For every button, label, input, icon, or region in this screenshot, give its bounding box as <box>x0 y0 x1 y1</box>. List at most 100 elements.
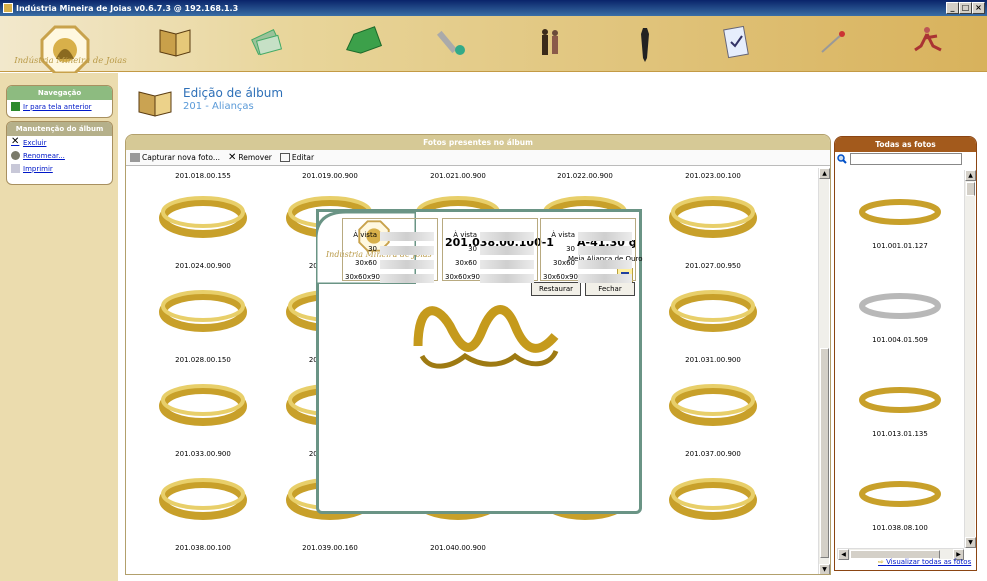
scroll-left-button[interactable]: ◀ <box>838 549 849 560</box>
all-photos-item[interactable]: 101.038.08.100 <box>837 462 963 542</box>
price-label: 30x60 <box>455 259 477 267</box>
window-title: Indústria Mineira de Joias v0.6.7.3 @ 19… <box>16 3 239 13</box>
price-value-blurred <box>480 274 534 283</box>
all-photos-item[interactable]: 101.004.01.509 <box>837 274 963 354</box>
price-value-blurred <box>578 232 632 241</box>
capture-label: Capturar nova foto... <box>142 153 220 162</box>
all-photos-panel: Todas as fotos 101.001.01.127 101.004.01.… <box>834 136 977 571</box>
all-photos-scroll-down[interactable]: ▼ <box>965 537 976 548</box>
ring-thumbnail-icon <box>159 478 247 520</box>
photo-code: 201.019.00.900 <box>302 172 358 180</box>
company-logo-icon <box>40 25 90 75</box>
delete-x-icon: ✕ <box>11 136 20 147</box>
price-value-blurred <box>578 260 632 269</box>
price-value-blurred <box>380 274 434 283</box>
photo-cell[interactable]: 201.019.00.900 <box>275 168 385 180</box>
photo-cell[interactable]: 201.028.00.150 <box>148 274 258 364</box>
photo-cell[interactable]: 201.021.00.900 <box>403 168 513 180</box>
photo-code: 201.027.00.950 <box>685 262 741 270</box>
price-label: À vista <box>453 231 477 239</box>
ring-thumbnail-icon <box>859 199 941 225</box>
people-icon[interactable] <box>525 20 575 66</box>
photo-cell[interactable]: 201.037.00.900 <box>658 368 768 458</box>
remove-x-icon: ✕ <box>227 152 237 163</box>
edit-label: Editar <box>291 153 315 162</box>
photo-cell[interactable]: 201.031.00.900 <box>658 274 768 364</box>
book-icon[interactable] <box>150 20 200 66</box>
photo-cell[interactable] <box>658 462 768 552</box>
view-all-photos-label: Visualizar todas as fotos <box>886 558 972 566</box>
window-titlebar: Indústria Mineira de Joias v0.6.7.3 @ 19… <box>0 0 987 16</box>
photo-cell[interactable]: 201.038.00.100 <box>148 462 258 552</box>
ring-inspect-icon[interactable] <box>430 20 480 66</box>
rename-label: Renomear... <box>23 151 65 160</box>
clipboard-icon[interactable] <box>712 20 762 66</box>
all-photos-item[interactable]: 101.013.01.135 <box>837 368 963 448</box>
edit-photo-button[interactable]: Editar <box>279 153 315 162</box>
ring-thumbnail-icon <box>859 481 941 507</box>
running-man-icon[interactable] <box>903 20 953 66</box>
close-button[interactable]: × <box>972 2 985 14</box>
ring-thumbnail-icon <box>159 384 247 426</box>
photo-code: 201.024.00.900 <box>175 262 231 270</box>
photo-cell[interactable]: 201.033.00.900 <box>148 368 258 458</box>
minimize-button[interactable]: _ <box>946 2 959 14</box>
photo-cell[interactable]: 201.018.00.155 <box>148 168 258 180</box>
price-tag-icon[interactable] <box>335 20 385 66</box>
price-value-blurred <box>380 260 434 269</box>
photos-toolbar: Capturar nova foto... ✕ Remover Editar <box>126 150 830 166</box>
price-label: 30x60x90 <box>445 273 481 281</box>
price-value-blurred <box>380 246 434 255</box>
all-photos-vscroll[interactable]: ▲ ▼ <box>964 170 976 548</box>
photo-code: 201.033.00.900 <box>175 450 231 458</box>
price-label: 30x60 <box>355 259 377 267</box>
photo-code: 201.021.00.900 <box>430 172 486 180</box>
tie-icon[interactable] <box>620 20 670 66</box>
remove-photo-button[interactable]: ✕ Remover <box>228 152 272 163</box>
search-icon <box>837 154 847 164</box>
price-label: À vista <box>353 231 377 239</box>
photo-search-input[interactable] <box>850 153 962 165</box>
rename-album-link[interactable]: Renomear... <box>7 149 112 162</box>
restore-button[interactable]: Restaurar <box>531 282 581 296</box>
delete-album-link[interactable]: ✕ Excluir <box>7 136 112 149</box>
ring-thumbnail-icon <box>669 196 757 238</box>
all-photos-code: 101.013.01.135 <box>872 430 928 438</box>
scroll-thumb[interactable] <box>820 348 829 558</box>
scroll-up-button[interactable]: ▲ <box>819 168 830 179</box>
maximize-button[interactable]: □ <box>959 2 972 14</box>
scroll-down-button[interactable]: ▼ <box>819 564 830 574</box>
all-photos-scroll-up[interactable]: ▲ <box>965 170 976 181</box>
banknotes-icon[interactable] <box>240 20 290 66</box>
photo-cell[interactable]: 201.027.00.950 <box>658 180 768 270</box>
album-maintenance-panel: Manutenção do álbum ✕ Excluir Renomear...… <box>6 121 113 185</box>
all-photos-title: Todas as fotos <box>835 137 976 152</box>
print-album-link[interactable]: Imprimir <box>7 162 112 175</box>
back-link[interactable]: Ir para tela anterior <box>7 100 112 113</box>
logo-text: Indústria Mineira de Joias <box>14 56 127 66</box>
delete-label: Excluir <box>23 138 47 147</box>
popup-ring-image <box>413 305 559 369</box>
all-photos-code: 101.001.01.127 <box>872 242 928 250</box>
view-all-photos-link[interactable]: ⇨ Visualizar todas as fotos <box>878 558 971 566</box>
edit-icon <box>279 153 290 162</box>
photo-cell[interactable]: 201.022.00.900 <box>530 168 640 180</box>
pin-icon[interactable] <box>808 20 858 66</box>
all-photos-item[interactable]: 101.001.01.127 <box>837 180 963 260</box>
photo-code: 201.031.00.900 <box>685 356 741 364</box>
ring-thumbnail-icon <box>669 384 757 426</box>
price-value-blurred <box>578 274 632 283</box>
photos-scrollbar[interactable]: ▲ ▼ <box>818 168 830 574</box>
remove-label: Remover <box>238 153 272 162</box>
print-label: Imprimir <box>23 164 53 173</box>
ring-thumbnail-icon <box>669 290 757 332</box>
price-value-blurred <box>578 246 632 255</box>
photo-cell[interactable]: 201.024.00.900 <box>148 180 258 270</box>
popup-close-button[interactable]: Fechar <box>585 282 635 296</box>
capture-photo-button[interactable]: Capturar nova foto... <box>130 153 220 162</box>
all-photos-scroll-thumb[interactable] <box>966 182 975 196</box>
photo-cell[interactable]: 201.023.00.100 <box>658 168 768 180</box>
album-photos-title: Fotos presentes no álbum <box>126 135 830 150</box>
price-label: À vista <box>551 231 575 239</box>
photo-code: 201.023.00.100 <box>685 172 741 180</box>
